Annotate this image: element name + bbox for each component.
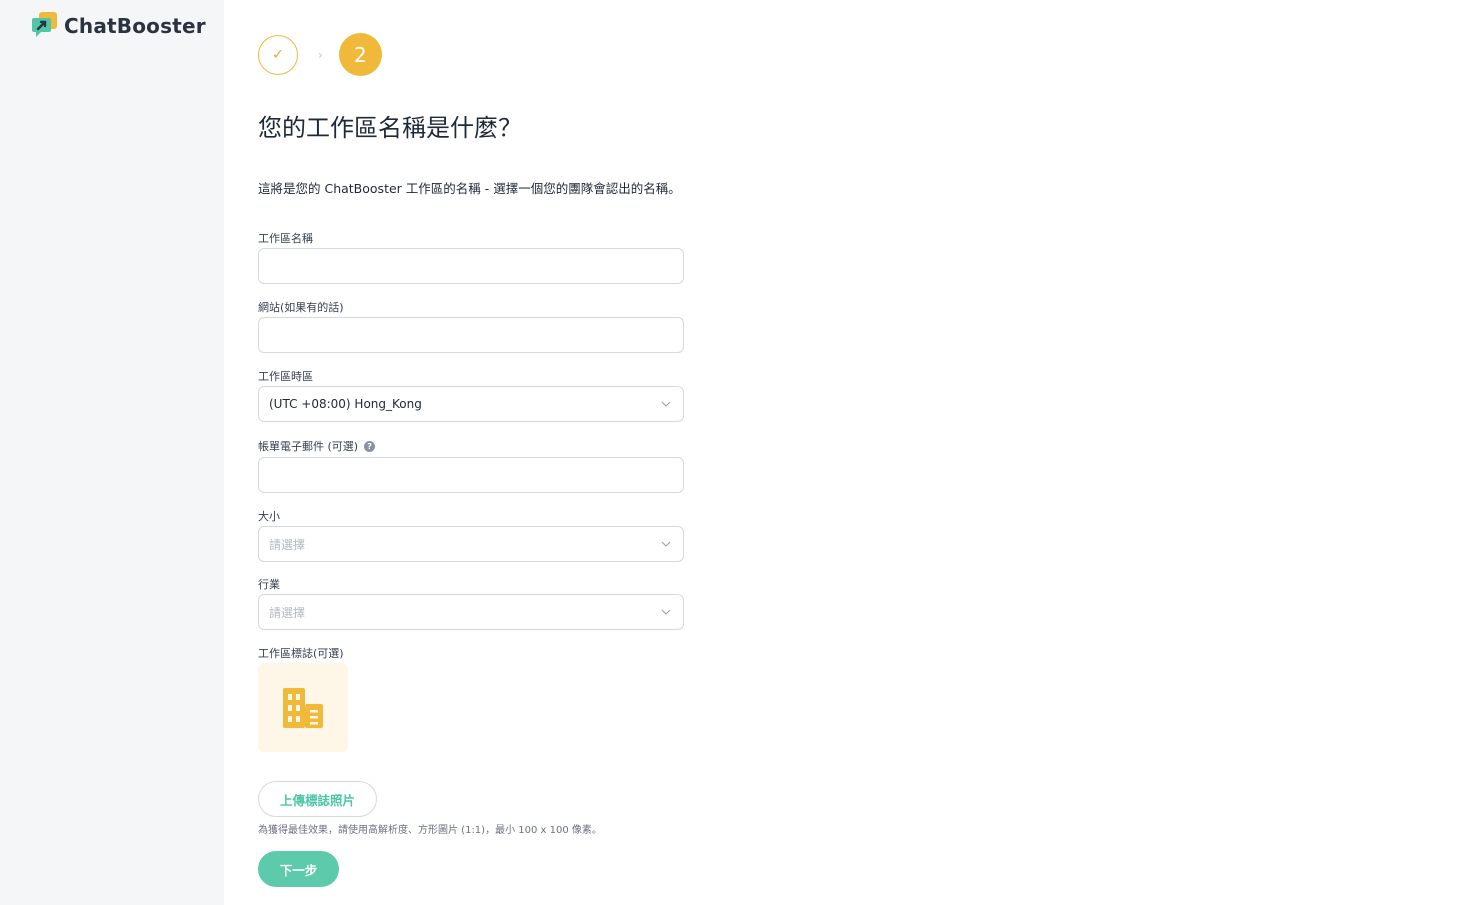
- brand-logo[interactable]: ChatBooster: [32, 12, 206, 40]
- website-label: 網站(如果有的話): [258, 301, 344, 314]
- workspace-setup-form: ✓ › 2 您的工作區名稱是什麼？ 這將是您的 ChatBooster 工作區的…: [258, 0, 1438, 905]
- step-2-current: 2: [338, 33, 382, 76]
- step-1-completed: ✓: [258, 34, 298, 75]
- chevron-down-icon: [661, 401, 671, 407]
- billing-email-label: 帳單電子郵件 (可選): [258, 440, 359, 453]
- sidebar: ChatBooster: [0, 0, 224, 905]
- help-icon[interactable]: ?: [364, 440, 376, 452]
- industry-select[interactable]: 請選擇: [258, 594, 684, 630]
- timezone-select[interactable]: (UTC +08:00) Hong_Kong: [258, 386, 684, 422]
- checkmark-icon: ✓: [272, 46, 284, 63]
- industry-label: 行業: [258, 578, 280, 591]
- workspace-name-input[interactable]: [258, 248, 684, 284]
- chevron-down-icon: [661, 541, 671, 547]
- timezone-value: (UTC +08:00) Hong_Kong: [269, 397, 422, 411]
- stepper: ✓ › 2: [258, 33, 382, 76]
- workspace-logo-preview[interactable]: [258, 663, 348, 752]
- billing-email-input[interactable]: [258, 457, 684, 493]
- size-label: 大小: [258, 510, 280, 523]
- logo-hint: 為獲得最佳效果，請使用高解析度、方形圖片 (1:1)，最小 100 x 100 …: [258, 825, 602, 836]
- workspace-logo-label: 工作區標誌(可選): [258, 647, 344, 660]
- website-input[interactable]: [258, 317, 684, 353]
- page-subtitle: 這將是您的 ChatBooster 工作區的名稱 - 選擇一個您的團隊會認出的名…: [258, 181, 681, 196]
- size-select[interactable]: 請選擇: [258, 526, 684, 562]
- chevron-right-icon: ›: [318, 47, 323, 62]
- upload-logo-button[interactable]: 上傳標誌照片: [258, 781, 377, 817]
- next-step-button[interactable]: 下一步: [258, 851, 339, 887]
- size-placeholder: 請選擇: [269, 537, 306, 552]
- chevron-down-icon: [661, 609, 671, 615]
- timezone-label: 工作區時區: [258, 370, 313, 383]
- page-title: 您的工作區名稱是什麼？: [258, 114, 522, 142]
- workspace-name-label: 工作區名稱: [258, 232, 313, 245]
- industry-placeholder: 請選擇: [269, 605, 306, 620]
- building-icon: [283, 687, 323, 728]
- brand-name: ChatBooster: [64, 14, 206, 38]
- chatbooster-logo-icon: [32, 12, 57, 37]
- billing-email-label-row: 帳單電子郵件 (可選) ?: [258, 438, 376, 454]
